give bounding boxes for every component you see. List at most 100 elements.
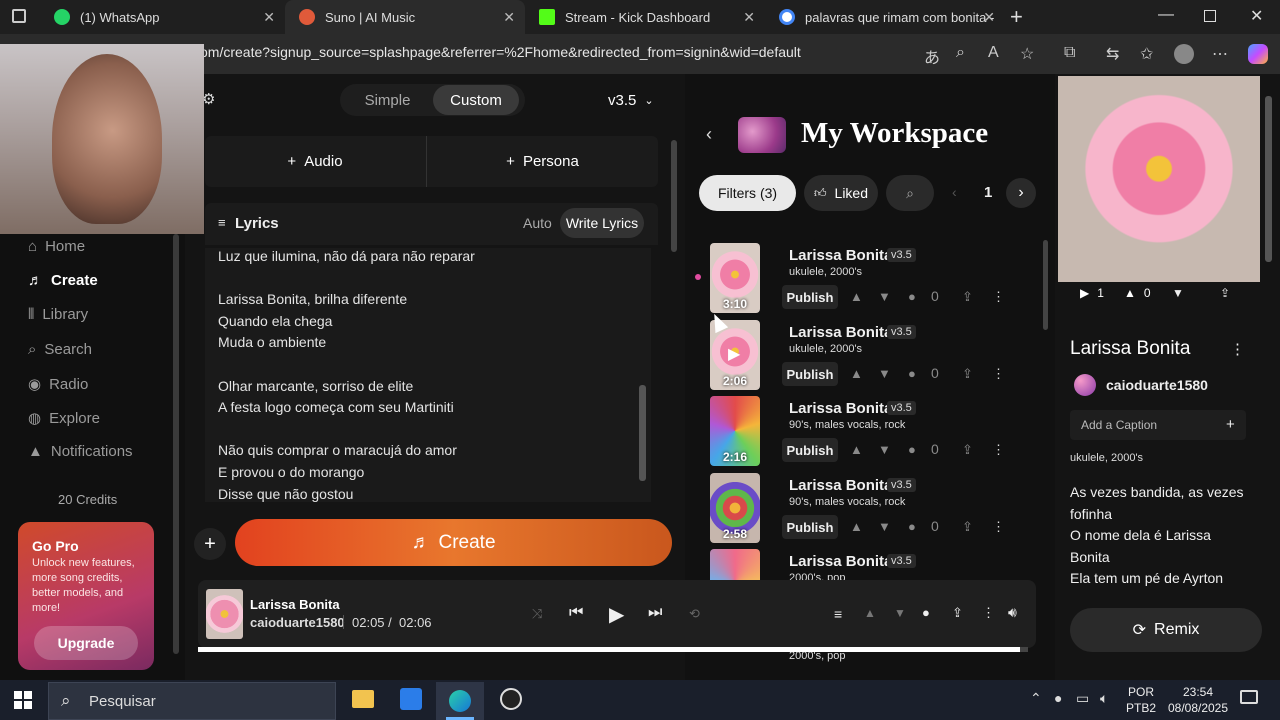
comment-icon[interactable]: ● bbox=[922, 605, 930, 620]
sidebar-item-home[interactable]: ⌂ Home bbox=[28, 238, 85, 255]
edge-icon[interactable] bbox=[436, 682, 484, 720]
avatar[interactable] bbox=[1074, 374, 1096, 396]
more-options-icon[interactable]: ⋮ bbox=[1230, 340, 1245, 358]
song-title[interactable]: Larissa Bonita bbox=[789, 477, 892, 494]
thumbs-down-icon[interactable]: ▼ bbox=[878, 289, 891, 304]
clock[interactable]: 23:54 08/08/2025 bbox=[1166, 684, 1230, 716]
write-lyrics-button[interactable]: Write Lyrics bbox=[560, 208, 644, 238]
profile-avatar[interactable] bbox=[1174, 44, 1194, 64]
back-icon[interactable]: ‹ bbox=[706, 124, 712, 145]
next-icon[interactable]: ⏭︎ bbox=[648, 604, 662, 622]
comment-icon[interactable]: ● bbox=[908, 519, 916, 534]
share-icon[interactable]: ⇪ bbox=[952, 605, 963, 621]
more-options-icon[interactable]: ⋮ bbox=[992, 519, 1005, 535]
publish-button[interactable]: Publish bbox=[782, 285, 838, 309]
volume-icon[interactable]: 🔊︎ bbox=[1008, 604, 1017, 621]
detail-user[interactable]: caioduarte1580 bbox=[1106, 377, 1208, 393]
thumbs-up-icon[interactable]: ▲ bbox=[850, 366, 863, 381]
read-aloud-icon[interactable]: あ bbox=[924, 44, 940, 68]
play-overlay-icon[interactable]: ▶ bbox=[728, 344, 740, 364]
auto-lyrics-button[interactable]: Auto bbox=[523, 215, 552, 231]
tray-chevron-icon[interactable]: ⌃ bbox=[1030, 690, 1042, 707]
favorite-star-icon[interactable]: ☆ bbox=[1020, 44, 1034, 64]
file-explorer-icon[interactable] bbox=[352, 690, 374, 708]
publish-button[interactable]: Publish bbox=[782, 515, 838, 539]
previous-icon[interactable]: ⏮︎ bbox=[569, 604, 583, 622]
windows-start-icon[interactable] bbox=[14, 691, 32, 709]
progress-track[interactable] bbox=[198, 647, 1028, 652]
song-title[interactable]: Larissa Bonita bbox=[789, 247, 892, 264]
close-icon[interactable]: ✕ bbox=[743, 9, 755, 26]
repeat-icon[interactable]: ⟲ bbox=[689, 606, 700, 622]
sidebar-item-explore[interactable]: ◍ Explore bbox=[28, 409, 100, 428]
tab-suno[interactable]: Suno | AI Music ✕ bbox=[285, 0, 525, 34]
song-row[interactable]: 3:10 Larissa Bonita v3.5 ukulele, 2000's Pub… bbox=[700, 243, 1045, 319]
network-icon[interactable]: ▭ bbox=[1076, 690, 1089, 707]
mode-custom[interactable]: Custom bbox=[433, 85, 519, 115]
version-select[interactable]: v3.5 ⌄ bbox=[608, 84, 654, 116]
share-icon[interactable]: ⇪ bbox=[962, 442, 973, 458]
song-thumbnail[interactable]: 2:58 bbox=[710, 473, 760, 543]
tab-actions-icon[interactable] bbox=[12, 9, 26, 23]
share-icon[interactable]: ⇪ bbox=[1220, 286, 1230, 300]
song-row[interactable]: 2:58 Larissa Bonita v3.5 90's, males vocals… bbox=[700, 473, 1045, 549]
upgrade-button[interactable]: Upgrade bbox=[34, 626, 138, 660]
extensions-icon[interactable]: ⧉ bbox=[1064, 44, 1075, 62]
sidebar-item-create[interactable]: ♬ Create bbox=[28, 272, 98, 289]
thumbs-down-icon[interactable]: ▼ bbox=[878, 442, 891, 457]
favorites-icon[interactable]: ✩ bbox=[1140, 44, 1153, 64]
volume-icon[interactable]: 🔈︎ bbox=[1100, 690, 1108, 707]
copilot-icon[interactable] bbox=[1248, 44, 1268, 64]
sidebar-item-search[interactable]: ⌕ Search bbox=[28, 341, 92, 358]
minimize-icon[interactable]: — bbox=[1158, 6, 1174, 24]
play-icon[interactable]: ▶ bbox=[609, 602, 624, 627]
next-page-button[interactable]: › bbox=[1006, 178, 1036, 208]
search-button[interactable]: ⌕ bbox=[886, 175, 934, 211]
close-icon[interactable]: ✕ bbox=[983, 9, 995, 26]
sidebar-item-radio[interactable]: ◉ Radio bbox=[28, 375, 88, 394]
maximize-icon[interactable] bbox=[1204, 10, 1216, 22]
close-icon[interactable]: ✕ bbox=[263, 9, 275, 26]
obs-icon[interactable] bbox=[500, 688, 522, 710]
song-title[interactable]: Larissa Bonita bbox=[789, 553, 892, 570]
song-thumbnail[interactable]: 2:16 bbox=[710, 396, 760, 466]
url-field[interactable]: om/create?signup_source=splashpage&refer… bbox=[200, 44, 801, 60]
split-screen-icon[interactable]: ⇆ bbox=[1106, 44, 1119, 64]
taskbar-search[interactable]: ⌕ Pesquisar bbox=[48, 682, 336, 720]
notifications-icon[interactable] bbox=[1240, 690, 1258, 704]
tab-google[interactable]: palavras que rimam com bonita - ✕ bbox=[765, 0, 1005, 34]
song-thumbnail[interactable] bbox=[710, 549, 760, 580]
dislike-icon[interactable]: ▼ bbox=[1172, 286, 1184, 300]
sidebar-scrollbar[interactable] bbox=[173, 234, 179, 654]
thumbs-up-icon[interactable]: ▲ bbox=[850, 289, 863, 304]
more-options-icon[interactable]: ⋮ bbox=[992, 366, 1005, 382]
workspace-scrollbar[interactable] bbox=[1043, 240, 1048, 330]
share-icon[interactable]: ⇪ bbox=[962, 519, 973, 535]
song-row[interactable]: 2:06 ▶ Larissa Bonita v3.5 ukulele, 2000's Pu… bbox=[700, 320, 1045, 396]
add-button[interactable]: + bbox=[194, 528, 226, 560]
thumbs-up-icon[interactable]: ▲ bbox=[850, 519, 863, 534]
add-caption-icon[interactable]: + bbox=[1226, 416, 1235, 433]
thumbs-down-icon[interactable]: ▼ bbox=[878, 366, 891, 381]
mic-icon[interactable]: ● bbox=[1054, 690, 1062, 706]
more-options-icon[interactable]: ⋮ bbox=[982, 605, 995, 621]
thumbs-down-icon[interactable]: ▼ bbox=[878, 519, 891, 534]
create-button[interactable]: ♬ Create bbox=[235, 519, 672, 566]
store-icon[interactable] bbox=[400, 688, 422, 710]
remix-button[interactable]: ⟳ Remix bbox=[1070, 608, 1262, 652]
tab-whatsapp[interactable]: (1) WhatsApp ✕ bbox=[40, 0, 285, 34]
queue-icon[interactable]: ≡ bbox=[834, 606, 842, 622]
language-indicator[interactable]: POR PTB2 bbox=[1126, 684, 1156, 716]
more-icon[interactable]: ⋯ bbox=[1212, 44, 1228, 64]
publish-button[interactable]: Publish bbox=[782, 362, 838, 386]
player-user[interactable]: caioduarte1580 bbox=[250, 615, 345, 630]
publish-button[interactable]: Publish bbox=[782, 438, 838, 462]
more-options-icon[interactable]: ⋮ bbox=[992, 289, 1005, 305]
mode-simple[interactable]: Simple bbox=[345, 84, 430, 116]
font-icon[interactable]: A bbox=[988, 44, 999, 62]
comment-icon[interactable]: ● bbox=[908, 442, 916, 457]
add-persona-button[interactable]: + Persona bbox=[430, 136, 655, 187]
liked-button[interactable]: 👍︎ Liked bbox=[804, 175, 878, 211]
lyrics-scrollbar[interactable] bbox=[639, 385, 646, 481]
tab-kick[interactable]: Stream - Kick Dashboard ✕ bbox=[525, 0, 765, 34]
